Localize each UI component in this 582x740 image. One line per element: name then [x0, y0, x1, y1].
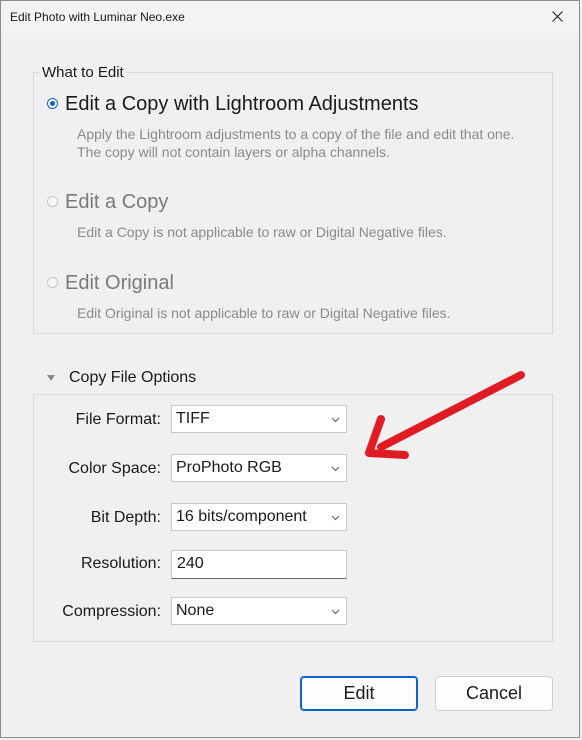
what-to-edit-title: What to Edit: [40, 64, 126, 81]
file-format-value: TIFF: [176, 410, 210, 427]
radio-edit-copy[interactable]: [47, 196, 58, 207]
chevron-down-icon: [331, 466, 340, 472]
option-label-edit-original[interactable]: Edit Original: [65, 272, 174, 295]
chevron-down-icon: [331, 417, 340, 423]
resolution-label: Resolution:: [80, 555, 161, 572]
resolution-input[interactable]: 240: [171, 550, 347, 579]
title-bar: Edit Photo with Luminar Neo.exe: [1, 1, 579, 33]
radio-edit-copy-with-adjustments[interactable]: [47, 98, 58, 109]
chevron-down-icon: [331, 609, 340, 615]
file-format-label: File Format:: [75, 411, 161, 428]
resolution-value: 240: [177, 555, 204, 572]
close-icon: [551, 11, 563, 22]
dialog-window: Edit Photo with Luminar Neo.exe What to …: [0, 0, 580, 738]
option-desc-edit-copy: Edit a Copy is not applicable to raw or …: [77, 224, 447, 240]
bit-depth-value: 16 bits/component: [176, 508, 307, 525]
option-desc-line2: The copy will not contain layers or alph…: [77, 144, 390, 160]
color-space-value: ProPhoto RGB: [176, 459, 282, 476]
color-space-select[interactable]: ProPhoto RGB: [171, 454, 347, 482]
copy-file-options-title[interactable]: Copy File Options: [69, 369, 196, 387]
close-button[interactable]: [535, 1, 579, 32]
window-title: Edit Photo with Luminar Neo.exe: [10, 10, 185, 24]
radio-edit-original[interactable]: [47, 277, 58, 288]
triangle-down-icon[interactable]: [46, 373, 56, 383]
option-label-edit-copy[interactable]: Edit a Copy: [65, 191, 168, 214]
chevron-down-icon: [331, 515, 340, 521]
compression-select[interactable]: None: [171, 597, 347, 625]
bit-depth-select[interactable]: 16 bits/component: [171, 503, 347, 531]
color-space-label: Color Space:: [68, 460, 162, 477]
file-format-select[interactable]: TIFF: [171, 405, 347, 433]
option-label-edit-copy-with-adjustments[interactable]: Edit a Copy with Lightroom Adjustments: [65, 93, 419, 116]
bit-depth-label: Bit Depth:: [90, 509, 161, 526]
compression-value: None: [176, 602, 215, 619]
option-desc-edit-original: Edit Original is not applicable to raw o…: [77, 305, 451, 321]
red-arrow-annotation: [365, 371, 525, 459]
compression-label: Compression:: [62, 603, 161, 620]
cancel-button[interactable]: Cancel: [435, 676, 553, 711]
option-desc-line1: Apply the Lightroom adjustments to a cop…: [77, 126, 515, 142]
edit-button[interactable]: Edit: [300, 676, 418, 711]
